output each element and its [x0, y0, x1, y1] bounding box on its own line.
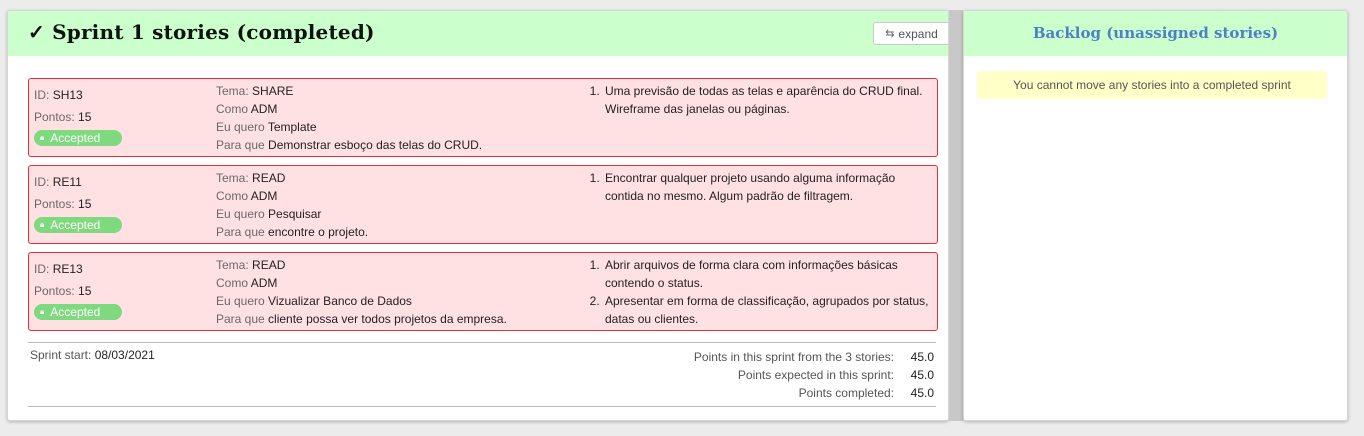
story-card[interactable]: ID: RE11 Pontos: 15 🔒︎ Accepted Tema: REA… — [28, 165, 938, 244]
so-that-label: Para que — [216, 225, 265, 239]
backlog-panel: Backlog (unassigned stories) You cannot … — [963, 10, 1348, 421]
expand-icon: ⇆ — [885, 28, 895, 40]
story-id: SH13 — [52, 88, 83, 102]
story-theme: READ — [252, 171, 286, 185]
story-so-that: encontre o projeto. — [268, 225, 369, 239]
story-points: 15 — [78, 110, 92, 124]
story-details: Tema: READ Como ADM Eu quero Pesquisar P… — [216, 169, 576, 241]
id-label: ID: — [34, 88, 50, 102]
lock-icon: 🔒︎ — [40, 220, 45, 229]
backlog-header: Backlog (unassigned stories) — [964, 11, 1347, 56]
stat-value: 45.0 — [910, 368, 934, 382]
sprint-header: ✓ Sprint 1 stories (completed) ⇆ expand — [8, 11, 948, 56]
panel-divider[interactable] — [949, 10, 963, 421]
story-details: Tema: SHARE Como ADM Eu quero Template P… — [216, 82, 576, 154]
acceptance-criteria: Abrir arquivos de forma clara com inform… — [589, 256, 934, 328]
as-label: Como — [216, 102, 249, 116]
stat-label: Points in this sprint from the 3 stories… — [693, 350, 894, 364]
status-label: Accepted — [50, 305, 101, 319]
stat-value: 45.0 — [910, 386, 934, 400]
story-theme: READ — [252, 258, 286, 272]
stat-label: Points expected in this sprint: — [737, 368, 894, 382]
sprint-title: ✓ Sprint 1 stories (completed) — [28, 20, 375, 44]
status-label: Accepted — [50, 218, 101, 232]
story-details: Tema: READ Como ADM Eu quero Vizualizar … — [216, 256, 576, 328]
story-id: RE13 — [52, 262, 83, 276]
criteria-item: Apresentar em forma de classificação, ag… — [603, 292, 934, 328]
story-want: Pesquisar — [268, 207, 322, 221]
status-badge: 🔒︎ Accepted — [34, 304, 122, 320]
story-card[interactable]: ID: RE13 Pontos: 15 🔒︎ Accepted Tema: REA… — [28, 252, 938, 331]
story-want: Vizualizar Banco de Dados — [268, 294, 412, 308]
so-that-label: Para que — [216, 138, 265, 152]
story-theme: SHARE — [252, 84, 294, 98]
story-summary: ID: SH13 Pontos: 15 🔒︎ Accepted — [34, 84, 214, 146]
expand-button[interactable]: ⇆ expand — [873, 22, 948, 45]
stat-row: Points completed: 45.0 — [694, 384, 934, 402]
id-label: ID: — [34, 175, 50, 189]
acceptance-criteria: Encontrar qualquer projeto usando alguma… — [589, 169, 934, 205]
sprint-panel: ✓ Sprint 1 stories (completed) ⇆ expand … — [7, 10, 949, 421]
backlog-notice: You cannot move any stories into a compl… — [977, 71, 1327, 99]
stat-row: Points in this sprint from the 3 stories… — [694, 348, 934, 366]
story-so-that: Demonstrar esboço das telas do CRUD. — [268, 138, 483, 152]
story-summary: ID: RE13 Pontos: 15 🔒︎ Accepted — [34, 258, 214, 320]
criteria-item: Encontrar qualquer projeto usando alguma… — [603, 169, 934, 205]
stat-label: Points completed: — [798, 386, 894, 400]
theme-label: Tema: — [216, 84, 249, 98]
status-badge: 🔒︎ Accepted — [34, 130, 122, 146]
id-label: ID: — [34, 262, 50, 276]
backlog-title: Backlog (unassigned stories) — [1032, 24, 1279, 42]
theme-label: Tema: — [216, 171, 249, 185]
stat-value: 45.0 — [910, 350, 934, 364]
story-summary: ID: RE11 Pontos: 15 🔒︎ Accepted — [34, 171, 214, 233]
want-label: Eu quero — [216, 207, 265, 221]
points-label: Pontos: — [34, 110, 75, 124]
sprint-start-date: 08/03/2021 — [94, 348, 155, 362]
status-label: Accepted — [50, 131, 101, 145]
story-want: Template — [267, 120, 317, 134]
acceptance-criteria: Uma previsão de todas as telas e aparênc… — [589, 82, 934, 118]
expand-label: expand — [898, 26, 938, 41]
story-so-that: cliente possa ver todos projetos da empr… — [268, 312, 507, 326]
criteria-item: Abrir arquivos de forma clara com inform… — [603, 256, 934, 292]
story-list: ID: SH13 Pontos: 15 🔒︎ Accepted Tema: SHA… — [28, 78, 938, 339]
story-as: ADM — [250, 189, 278, 203]
story-points: 15 — [78, 197, 92, 211]
as-label: Como — [216, 189, 249, 203]
theme-label: Tema: — [216, 258, 249, 272]
sprint-footer: Sprint start: 08/03/2021 Points in this … — [28, 342, 936, 407]
criteria-item: Uma previsão de todas as telas e aparênc… — [603, 82, 934, 118]
so-that-label: Para que — [216, 312, 265, 326]
want-label: Eu quero — [216, 294, 265, 308]
status-badge: 🔒︎ Accepted — [34, 217, 122, 233]
lock-icon: 🔒︎ — [40, 133, 45, 142]
story-id: RE11 — [52, 175, 82, 189]
points-label: Pontos: — [34, 197, 75, 211]
sprint-stats: Points in this sprint from the 3 stories… — [694, 348, 934, 402]
sprint-start-label: Sprint start: — [30, 348, 92, 362]
story-as: ADM — [250, 102, 278, 116]
story-points: 15 — [78, 284, 92, 298]
sprint-start: Sprint start: 08/03/2021 — [30, 348, 155, 362]
want-label: Eu quero — [216, 120, 265, 134]
stat-row: Points expected in this sprint: 45.0 — [694, 366, 934, 384]
story-card[interactable]: ID: SH13 Pontos: 15 🔒︎ Accepted Tema: SHA… — [28, 78, 938, 157]
lock-icon: 🔒︎ — [40, 307, 45, 316]
story-as: ADM — [250, 276, 278, 290]
as-label: Como — [216, 276, 249, 290]
points-label: Pontos: — [34, 284, 75, 298]
